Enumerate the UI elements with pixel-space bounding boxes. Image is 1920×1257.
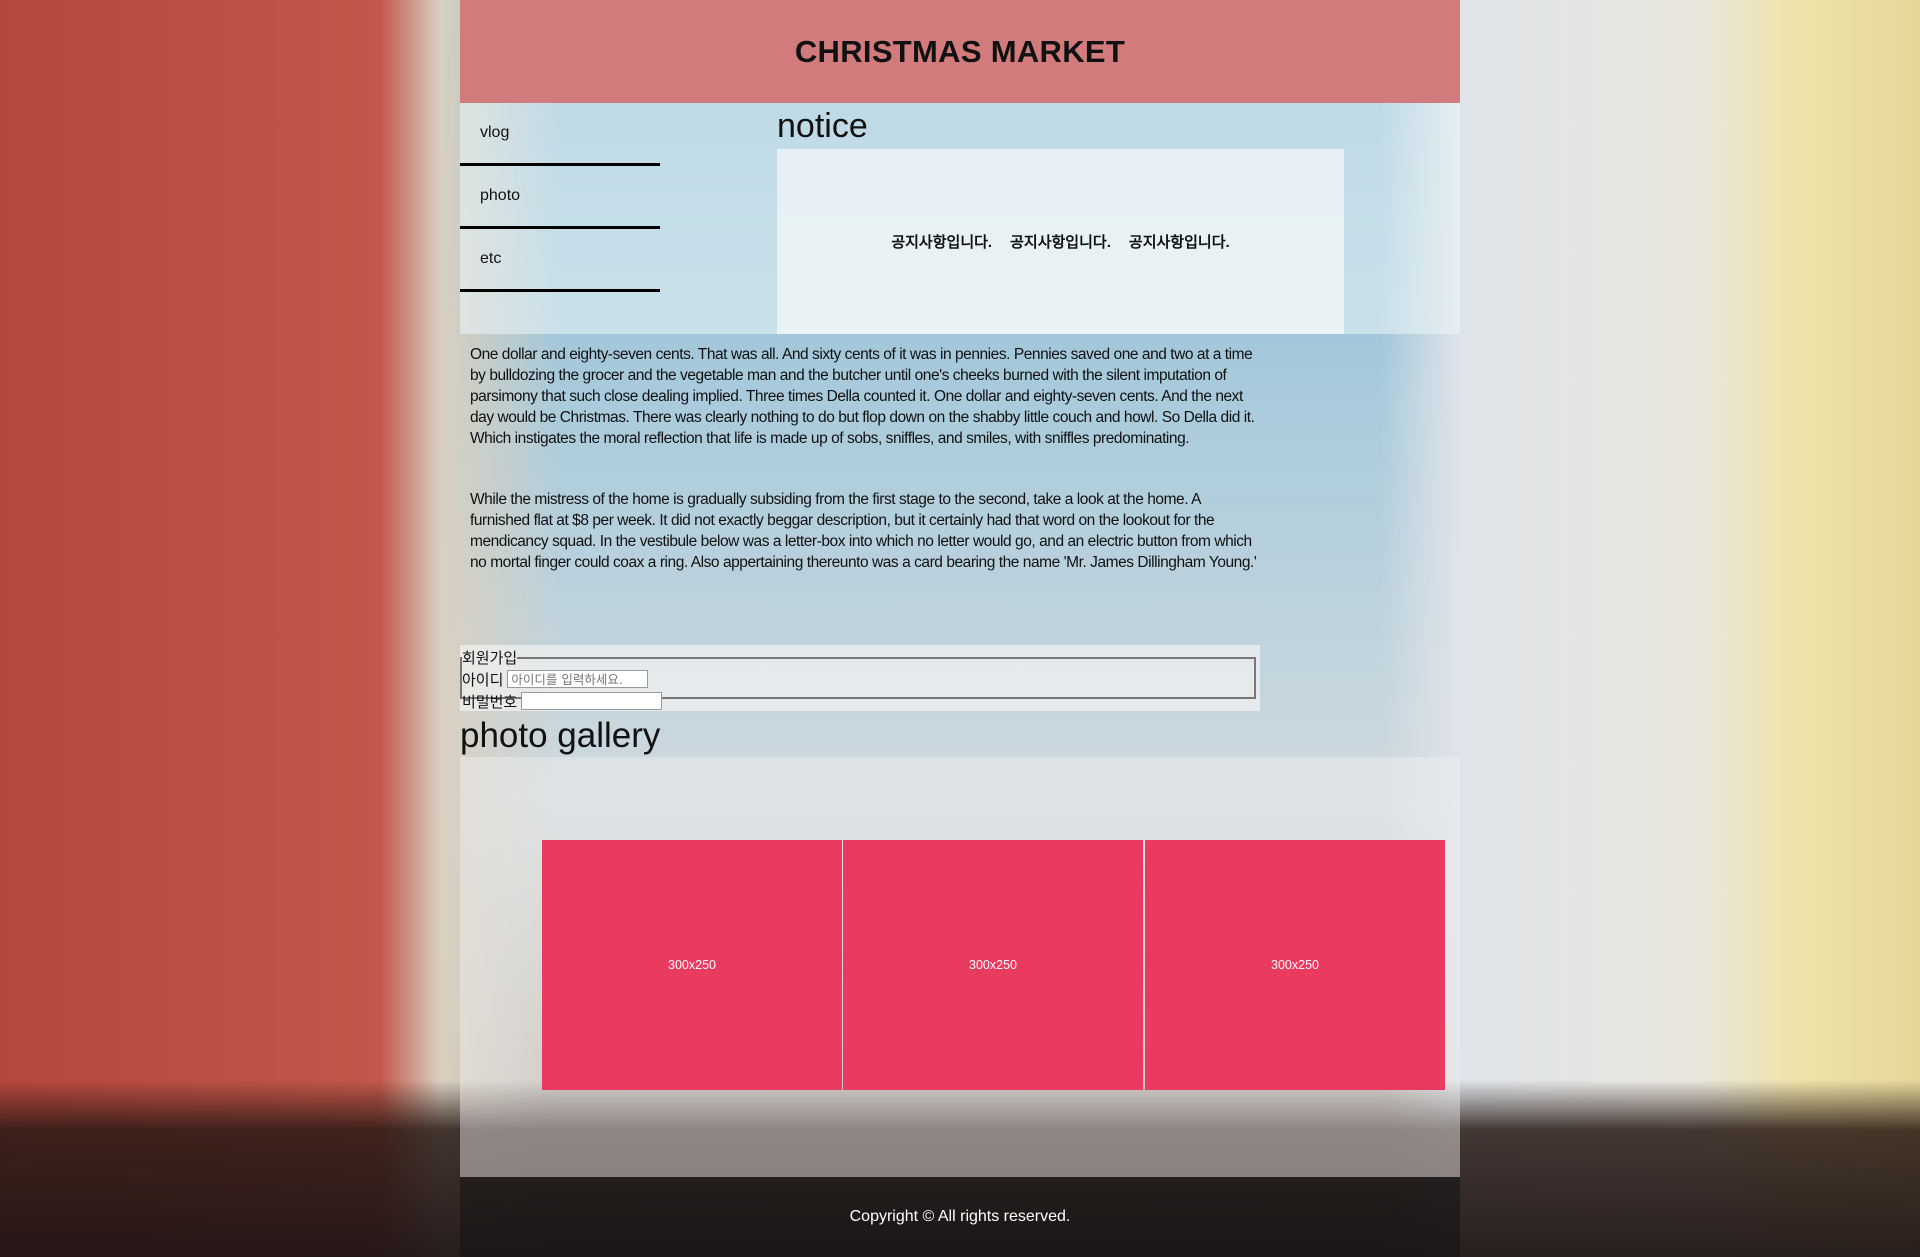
site-title: CHRISTMAS MARKET — [794, 33, 1126, 69]
image-placeholder-label: 300x250 — [1271, 958, 1319, 972]
side-nav: vlog photo etc — [460, 103, 660, 292]
copyright-text: Copyright © All rights reserved. — [849, 1208, 1071, 1225]
notice-item: 공지사항입니다. — [1128, 234, 1230, 251]
id-input[interactable] — [507, 670, 649, 688]
site-footer: Copyright © All rights reserved. — [460, 1177, 1460, 1257]
article-content: One dollar and eighty-seven cents. That … — [470, 344, 1260, 613]
gallery-title: photo gallery — [460, 716, 661, 755]
password-row: 비밀번호 — [462, 690, 1254, 712]
gallery-image[interactable]: 300x250 — [542, 840, 842, 1090]
site-header: CHRISTMAS MARKET — [460, 0, 1460, 103]
signup-legend: 회원가입 — [462, 650, 518, 667]
article-paragraph: One dollar and eighty-seven cents. That … — [470, 346, 1255, 447]
top-section: vlog photo etc notice 공지사항입니다. 공지사항입니다. … — [460, 103, 1460, 334]
nav-item-photo[interactable]: photo — [460, 166, 660, 229]
nav-item-vlog[interactable]: vlog — [460, 103, 660, 166]
article-paragraph: While the mistress of the home is gradua… — [470, 491, 1257, 571]
image-placeholder-label: 300x250 — [969, 958, 1017, 972]
gallery-image[interactable]: 300x250 — [843, 840, 1143, 1090]
notice-item: 공지사항입니다. — [1010, 234, 1111, 251]
notice-item: 공지사항입니다. — [891, 234, 993, 251]
nav-item-etc[interactable]: etc — [460, 229, 660, 292]
notice-box: 공지사항입니다. 공지사항입니다. 공지사항입니다. — [777, 149, 1344, 334]
image-placeholder-label: 300x250 — [668, 958, 716, 972]
signup-form: 회원가입 아이디 비밀번호 — [460, 647, 1256, 711]
notice-title: notice — [777, 107, 868, 145]
password-input[interactable] — [521, 692, 663, 710]
password-label: 비밀번호 — [462, 693, 518, 711]
id-label: 아이디 — [462, 671, 504, 689]
gallery-image[interactable]: 300x250 — [1145, 840, 1445, 1090]
id-row: 아이디 — [462, 668, 1254, 690]
photo-gallery: 300x250 300x250 300x250 — [460, 757, 1460, 1177]
